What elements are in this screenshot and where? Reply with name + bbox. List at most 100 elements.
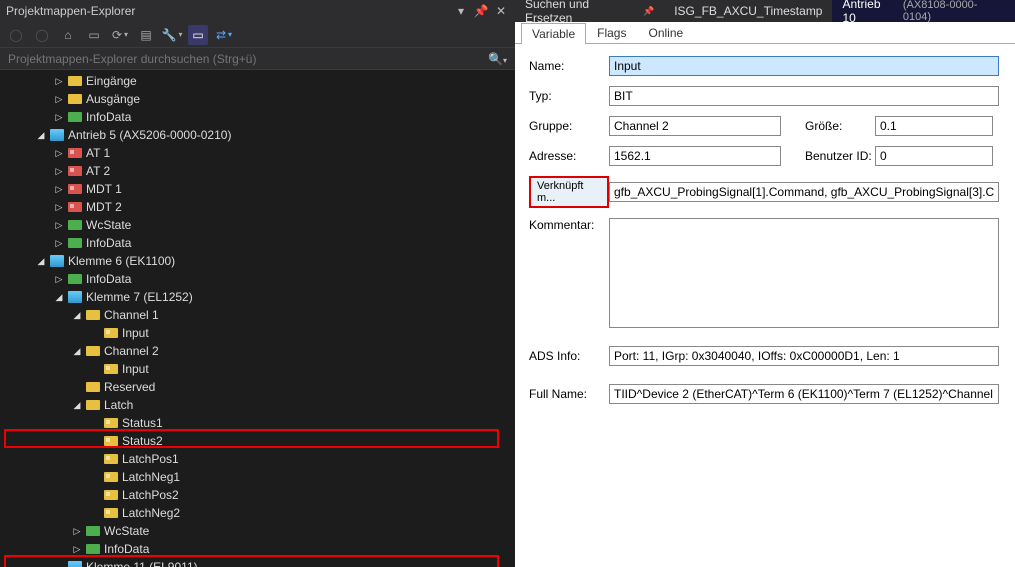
- fld-g-icon: [86, 543, 100, 555]
- tree-io[interactable]: ▷ MDT 2: [0, 198, 515, 216]
- tree-latch-item[interactable]: Status2: [0, 432, 515, 450]
- tree-reserved[interactable]: Reserved: [0, 378, 515, 396]
- tree-device-klemme6[interactable]: ◢ Klemme 6 (EK1100): [0, 252, 515, 270]
- home-button[interactable]: ⌂: [58, 25, 78, 45]
- tree-input[interactable]: Input: [0, 360, 515, 378]
- io-l-icon: [104, 507, 118, 519]
- search-input[interactable]: [0, 48, 515, 69]
- tree-twisty[interactable]: ▷: [54, 76, 64, 87]
- tree-io[interactable]: ▷AT 2: [0, 162, 515, 180]
- tab-antrieb10[interactable]: Antrieb 10 (AX8108-0000-0104): [832, 0, 1015, 22]
- tree-twisty[interactable]: ▷: [54, 112, 64, 123]
- tree-device-klemme7[interactable]: ◢Klemme 7 (EL1252): [0, 288, 515, 306]
- io-l-icon: [104, 363, 118, 375]
- pin-icon[interactable]: 📌: [473, 3, 489, 19]
- tree-twisty[interactable]: ◢: [36, 130, 46, 141]
- fld-y-icon: [68, 75, 82, 87]
- tree-twisty[interactable]: ▷: [54, 220, 64, 231]
- tree-view[interactable]: ▷Eingänge▷Ausgänge▷InfoData◢Antrieb 5 (A…: [0, 70, 515, 567]
- collapse-button[interactable]: ▤: [136, 25, 156, 45]
- field-kommentar[interactable]: [609, 218, 999, 328]
- tree-twisty[interactable]: ◢: [36, 256, 46, 267]
- tree-twisty[interactable]: ◢: [72, 400, 82, 411]
- tree-label: Status2: [122, 434, 163, 448]
- tree-label: Status1: [122, 416, 163, 430]
- tree-twisty[interactable]: ▷: [72, 526, 82, 537]
- field-benutzer[interactable]: [875, 146, 993, 166]
- field-gruppe[interactable]: [609, 116, 781, 136]
- tree-twisty[interactable]: ▷: [54, 148, 64, 159]
- tree-io[interactable]: ▷WcState: [0, 216, 515, 234]
- tree-twisty[interactable]: ▷: [72, 544, 82, 555]
- tree-label: LatchPos2: [122, 488, 179, 502]
- tree-io[interactable]: ▷MDT 1: [0, 180, 515, 198]
- tree-folder[interactable]: ▷Ausgänge: [0, 90, 515, 108]
- dev-icon: [68, 291, 82, 303]
- field-groesse[interactable]: [875, 116, 993, 136]
- tree-twisty[interactable]: ◢: [54, 292, 64, 303]
- label-kommentar: Kommentar:: [529, 218, 609, 232]
- tree-latch-item[interactable]: LatchPos1: [0, 450, 515, 468]
- field-typ[interactable]: [609, 86, 999, 106]
- tree-twisty[interactable]: ◢: [72, 310, 82, 321]
- tree-latch[interactable]: ◢Latch: [0, 396, 515, 414]
- tree-label: InfoData: [86, 272, 131, 286]
- tree-latch-item[interactable]: LatchNeg1: [0, 468, 515, 486]
- tree-twisty[interactable]: ▷: [54, 238, 64, 249]
- field-adresse[interactable]: [609, 146, 781, 166]
- linked-with-button[interactable]: Verknüpft m...: [529, 176, 609, 208]
- tree-twisty[interactable]: ▷: [54, 184, 64, 195]
- tree-label: MDT 2: [86, 200, 122, 214]
- close-icon[interactable]: ✕: [493, 3, 509, 19]
- fld-g-icon: [68, 237, 82, 249]
- search-icon[interactable]: 🔍▾: [488, 52, 507, 66]
- tree-label: LatchNeg2: [122, 506, 180, 520]
- tree-twisty[interactable]: ▷: [54, 202, 64, 213]
- tree-label: Input: [122, 362, 149, 376]
- tree-twisty[interactable]: ▷: [54, 94, 64, 105]
- fld-g-icon: [68, 273, 82, 285]
- tree-twisty[interactable]: ◢: [72, 346, 82, 357]
- tree-label: Input: [122, 326, 149, 340]
- tree-label: Antrieb 5 (AX5206-0000-0210): [68, 128, 231, 142]
- view-button[interactable]: ⇄▾: [214, 25, 234, 45]
- show-all-button[interactable]: ▭: [188, 25, 208, 45]
- label-ads: ADS Info:: [529, 349, 609, 363]
- tab-search-replace[interactable]: Suchen und Ersetzen: [515, 0, 664, 22]
- tree-twisty[interactable]: ▷: [54, 274, 64, 285]
- tree-folder[interactable]: ▷ InfoData: [0, 270, 515, 288]
- tree-folder[interactable]: ▷InfoData: [0, 540, 515, 558]
- properties-button[interactable]: 🔧▾: [162, 25, 182, 45]
- tree-latch-item[interactable]: LatchPos2: [0, 486, 515, 504]
- io-l-icon: [104, 327, 118, 339]
- tree-latch-item[interactable]: LatchNeg2: [0, 504, 515, 522]
- fld-y-icon: [86, 309, 100, 321]
- tree-label: Reserved: [104, 380, 155, 394]
- tree-channel1[interactable]: ◢ Channel 1: [0, 306, 515, 324]
- refresh-button[interactable]: ⟳▾: [110, 25, 130, 45]
- tree-device-klemme11[interactable]: Klemme 11 (EL9011): [0, 558, 515, 567]
- tree-folder[interactable]: ▷Eingänge: [0, 72, 515, 90]
- tree-device-antrieb5[interactable]: ◢ Antrieb 5 (AX5206-0000-0210): [0, 126, 515, 144]
- dropdown-icon[interactable]: ▾: [453, 3, 469, 19]
- tree-label: Klemme 11 (EL9011): [86, 560, 198, 567]
- tree-io[interactable]: ▷AT 1: [0, 144, 515, 162]
- tree-label: Channel 1: [104, 308, 159, 322]
- field-linked[interactable]: [609, 182, 999, 202]
- subtab-variable[interactable]: Variable: [521, 23, 586, 44]
- tree-latch-item[interactable]: Status1: [0, 414, 515, 432]
- tree-folder[interactable]: ▷WcState: [0, 522, 515, 540]
- sync-button[interactable]: ▭: [84, 25, 104, 45]
- tree-channel2[interactable]: ◢Channel 2: [0, 342, 515, 360]
- io-r-icon: [68, 147, 82, 159]
- tab-isg-fb[interactable]: ISG_FB_AXCU_Timestamp: [664, 0, 832, 22]
- tree-folder[interactable]: ▷InfoData: [0, 108, 515, 126]
- field-name[interactable]: [609, 56, 999, 76]
- tree-input[interactable]: Input: [0, 324, 515, 342]
- tree-io[interactable]: ▷InfoData: [0, 234, 515, 252]
- tree-twisty[interactable]: ▷: [54, 166, 64, 177]
- tree-label: Klemme 6 (EK1100): [68, 254, 175, 268]
- properties-panel: Suchen und Ersetzen ISG_FB_AXCU_Timestam…: [515, 0, 1015, 567]
- subtab-online[interactable]: Online: [637, 22, 694, 43]
- subtab-flags[interactable]: Flags: [586, 22, 637, 43]
